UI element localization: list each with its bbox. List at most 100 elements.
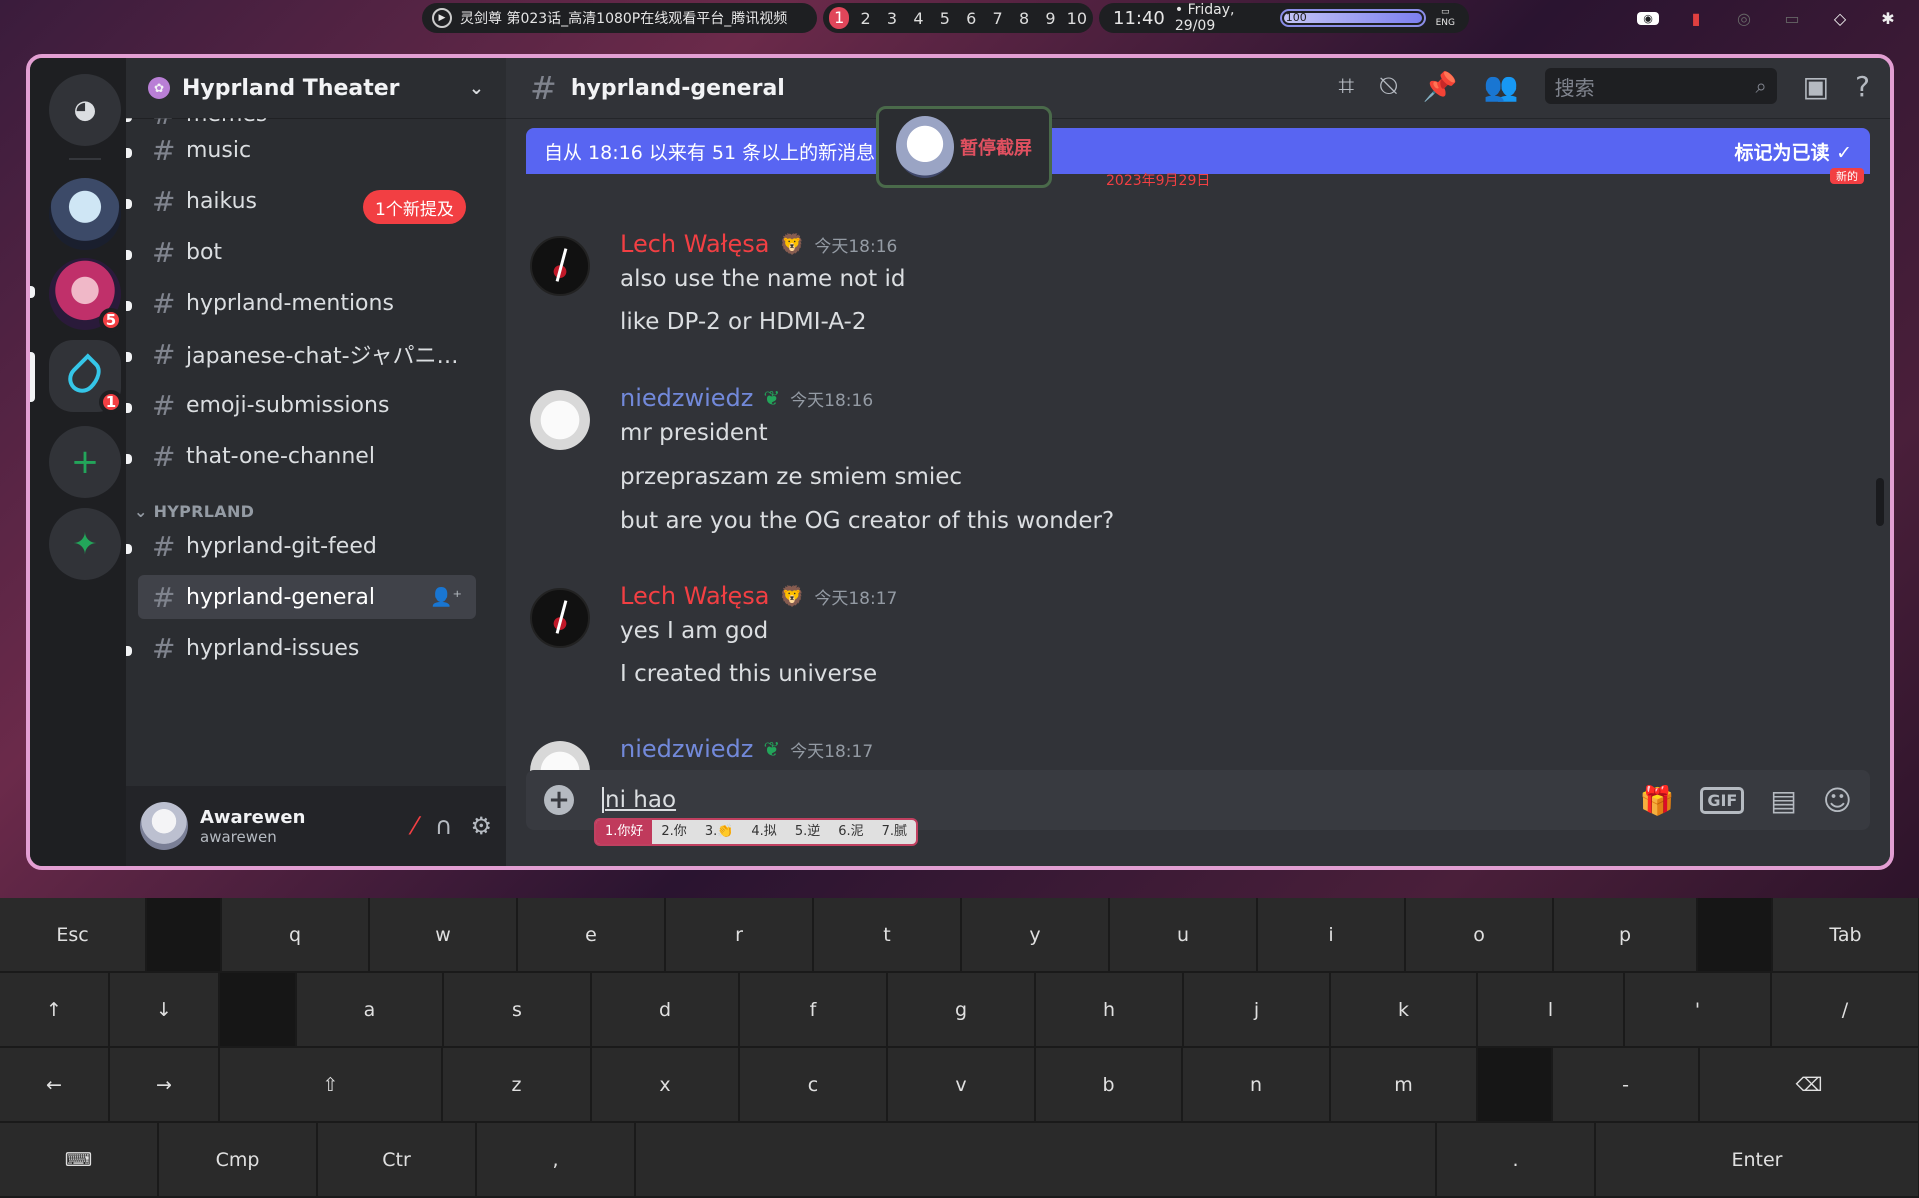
channel-hyprland-issues[interactable]: # hyprland-issues xyxy=(138,626,476,670)
avatar[interactable] xyxy=(530,390,590,450)
key-m[interactable]: m xyxy=(1331,1048,1477,1121)
headphones-icon[interactable]: ∩ xyxy=(435,812,453,840)
key-enter[interactable]: Enter xyxy=(1596,1123,1919,1196)
channel-hyprland-nvidia[interactable]: #hyprland-nvidia xyxy=(138,677,476,678)
attach-plus-icon[interactable]: + xyxy=(544,785,574,815)
workspace-3[interactable]: 3 xyxy=(882,9,902,28)
workspace-1[interactable]: 1 xyxy=(829,7,850,29)
search-input[interactable]: 搜索 ⌕ xyxy=(1544,68,1777,104)
ime-candidate[interactable]: 2.你 xyxy=(652,820,695,844)
keyboard-toggle-icon[interactable]: ⌨ xyxy=(0,1123,158,1196)
key-t[interactable]: t xyxy=(814,898,961,971)
key-d[interactable]: d xyxy=(592,973,739,1046)
workspace-7[interactable]: 7 xyxy=(987,9,1007,28)
new-messages-bar[interactable]: 自从 18:16 以来有 51 条以上的新消息 标记为已读 ✓ xyxy=(526,128,1870,174)
keyboard-layout-indicator[interactable]: ▭ ENG xyxy=(1436,7,1455,29)
record-tray-icon[interactable]: ◎ xyxy=(1733,9,1755,28)
mic-muted-icon[interactable]: ⁄ xyxy=(413,812,417,840)
sticker-icon[interactable]: ▤ xyxy=(1770,784,1796,817)
message-author[interactable]: niedzwiedz xyxy=(620,735,753,763)
new-mention-pill[interactable]: 1个新提及 xyxy=(363,190,466,224)
chevron-down-icon[interactable]: ⌄ xyxy=(469,78,484,99)
key-period[interactable]: . xyxy=(1437,1123,1595,1196)
key-slash[interactable]: / xyxy=(1772,973,1919,1046)
channel-hyprland-mentions[interactable]: # hyprland-mentions xyxy=(138,281,476,325)
key-u[interactable]: u xyxy=(1110,898,1257,971)
member-list-icon[interactable]: 👥 xyxy=(1484,70,1519,103)
key-i[interactable]: i xyxy=(1258,898,1405,971)
play-icon[interactable]: ▶ xyxy=(432,8,452,28)
key-compose[interactable]: Cmp xyxy=(159,1123,317,1196)
channel-music[interactable]: # music xyxy=(138,128,476,172)
threads-icon[interactable]: ⌗ xyxy=(1338,69,1354,103)
key-shift[interactable]: ⇧ xyxy=(220,1048,442,1121)
add-user-icon[interactable]: 👤⁺ xyxy=(430,587,462,608)
workspace-9[interactable]: 9 xyxy=(1040,9,1060,28)
ime-candidate[interactable]: 3.👏 xyxy=(696,820,743,844)
guild-header[interactable]: ✿ Hyprland Theater ⌄ xyxy=(126,58,506,118)
message-author[interactable]: Lech Wałęsa xyxy=(620,230,769,258)
key-s[interactable]: s xyxy=(444,973,591,1046)
app-tray-icon[interactable]: ▮ xyxy=(1685,9,1707,28)
message-author[interactable]: niedzwiedz xyxy=(620,384,753,412)
screen-tray-icon[interactable]: ▭ xyxy=(1781,9,1803,28)
server-icon-portrait[interactable]: 5 xyxy=(49,258,123,332)
message-author[interactable]: Lech Wałęsa xyxy=(620,582,769,610)
workspace-2[interactable]: 2 xyxy=(855,9,875,28)
media-widget[interactable]: ▶ 灵剑尊 第023话_高清1080P在线观看平台_腾讯视频 xyxy=(422,3,817,33)
message-input[interactable]: ni hao xyxy=(602,787,676,813)
key-p[interactable]: p xyxy=(1554,898,1697,971)
workspace-5[interactable]: 5 xyxy=(935,9,955,28)
key-v[interactable]: v xyxy=(888,1048,1035,1121)
clock-widget[interactable]: 11:40 • Friday, 29/09 100 ▭ ENG xyxy=(1099,2,1469,34)
channel-hyprland-general[interactable]: # hyprland-general 👤⁺ xyxy=(138,575,476,619)
workspace-6[interactable]: 6 xyxy=(961,9,981,28)
key-a[interactable]: a xyxy=(297,973,443,1046)
key-b[interactable]: b xyxy=(1036,1048,1182,1121)
add-server-icon[interactable]: + xyxy=(49,426,121,498)
emoji-icon[interactable]: ☺ xyxy=(1823,784,1852,817)
user-name-block[interactable]: Awarewen awarewen xyxy=(200,807,305,846)
key-z[interactable]: z xyxy=(443,1048,591,1121)
channel-bot[interactable]: # bot xyxy=(138,230,476,274)
avatar[interactable] xyxy=(530,236,590,296)
channel-emoji-submissions[interactable]: # emoji-submissions xyxy=(138,383,476,427)
ime-candidate[interactable]: 4.拟 xyxy=(742,820,785,844)
channel-that-one-channel[interactable]: # that-one-channel xyxy=(138,434,476,478)
gift-icon[interactable]: 🎁 xyxy=(1639,784,1674,817)
key-n[interactable]: n xyxy=(1183,1048,1330,1121)
scrollbar[interactable] xyxy=(1876,478,1884,526)
help-icon[interactable]: ? xyxy=(1855,70,1870,103)
avatar[interactable] xyxy=(530,588,590,648)
channel-japanese-chat[interactable]: # japanese-chat-ジャパニ… xyxy=(138,332,476,376)
notification-bell-muted-icon[interactable]: ⍉ xyxy=(1380,69,1397,103)
category-hyprland[interactable]: ⌄ HYPRLAND xyxy=(134,502,254,521)
key-backspace[interactable]: ⌫ xyxy=(1700,1048,1919,1121)
key-apostrophe[interactable]: ' xyxy=(1625,973,1771,1046)
channel-hyprland-git-feed[interactable]: # hyprland-git-feed xyxy=(138,524,476,568)
key-up[interactable]: ↑ xyxy=(0,973,109,1046)
key-right[interactable]: → xyxy=(110,1048,219,1121)
server-icon-anime[interactable] xyxy=(49,178,121,250)
key-tab[interactable]: Tab xyxy=(1773,898,1919,971)
key-esc[interactable]: Esc xyxy=(0,898,146,971)
workspace-10[interactable]: 10 xyxy=(1067,9,1087,28)
ime-candidate[interactable]: 6.泥 xyxy=(829,820,872,844)
key-left[interactable]: ← xyxy=(0,1048,109,1121)
mark-as-read-button[interactable]: 标记为已读 ✓ xyxy=(1734,138,1852,165)
key-c[interactable]: c xyxy=(740,1048,887,1121)
key-r[interactable]: r xyxy=(666,898,813,971)
key-comma[interactable]: , xyxy=(477,1123,635,1196)
explore-compass-icon[interactable]: ✦ xyxy=(49,508,121,580)
key-h[interactable]: h xyxy=(1036,973,1183,1046)
key-y[interactable]: y xyxy=(962,898,1109,971)
ime-candidate[interactable]: 7.腻 xyxy=(873,820,916,844)
key-g[interactable]: g xyxy=(888,973,1035,1046)
wifi-icon[interactable]: ◇ xyxy=(1829,9,1851,28)
bluetooth-icon[interactable]: ✱ xyxy=(1877,9,1899,28)
key-minus[interactable]: - xyxy=(1553,1048,1699,1121)
key-k[interactable]: k xyxy=(1331,973,1477,1046)
key-space[interactable] xyxy=(636,1123,1436,1196)
key-l[interactable]: l xyxy=(1478,973,1624,1046)
workspace-8[interactable]: 8 xyxy=(1014,9,1034,28)
